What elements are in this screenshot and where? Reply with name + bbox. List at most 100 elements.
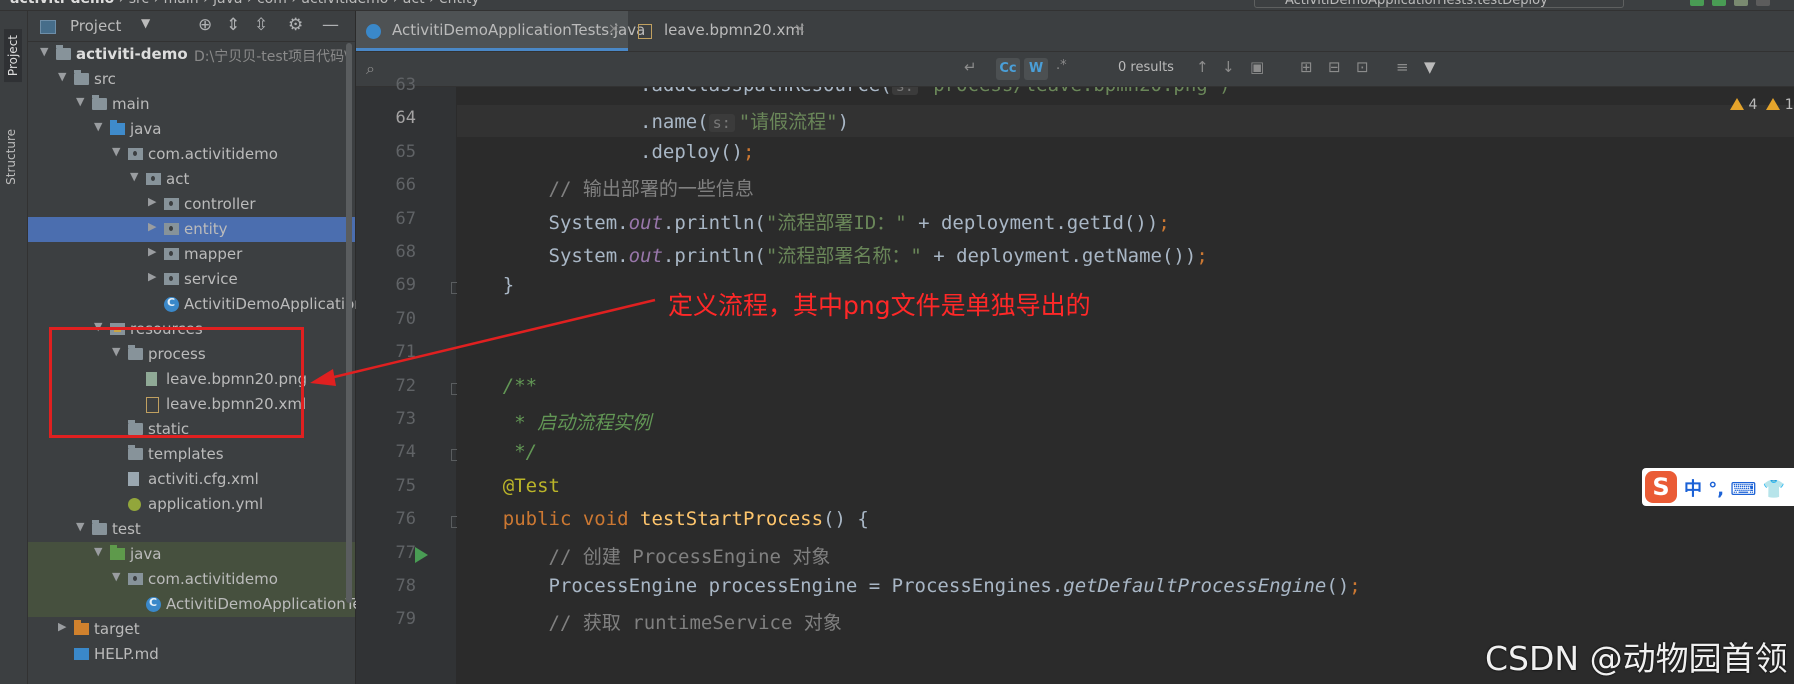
ime-status[interactable]: 中 °, ⌨ 👕 <box>1684 475 1785 501</box>
chevron-right-icon[interactable]: ▶ <box>148 195 156 208</box>
tree-item[interactable]: ▼ src <box>28 67 355 92</box>
tree-scrollbar[interactable] <box>346 43 352 603</box>
code-token: } <box>457 274 515 297</box>
tree-item[interactable]: ▼ com.activitidemo <box>28 567 355 592</box>
chevron-right-icon[interactable]: ▶ <box>148 245 156 258</box>
tree-item[interactable]: HELP.md <box>28 642 355 667</box>
tree-item[interactable]: ActivitiDemoApplicationTests <box>28 592 383 617</box>
next-occurrence-icon[interactable]: ↓ <box>1222 58 1235 76</box>
tree-item[interactable]: ▼ activiti-demo D:\宁贝贝-test项目代码\ <box>28 42 355 67</box>
code-token: */ <box>457 441 538 464</box>
chevron-down-icon[interactable]: ▼ <box>58 70 66 83</box>
breadcrumb-item[interactable]: act <box>403 0 425 7</box>
tree-item-label: act <box>166 170 190 188</box>
chevron-down-icon[interactable]: ▼ <box>112 570 120 583</box>
regex-toggle[interactable]: .* <box>1056 58 1067 73</box>
select-next-icon[interactable]: ⊡ <box>1356 58 1369 76</box>
tree-item[interactable]: ▶ controller <box>28 192 355 217</box>
structure-tool-tab[interactable]: Structure <box>4 129 18 185</box>
debug-icon[interactable] <box>1712 0 1726 6</box>
tree-item[interactable]: application.yml <box>28 492 355 517</box>
hide-panel-icon[interactable]: — <box>322 15 339 35</box>
chevron-down-icon[interactable]: ▼ <box>112 145 120 158</box>
profile-icon[interactable] <box>1756 0 1770 6</box>
warning-icon <box>1766 98 1781 110</box>
locate-file-icon[interactable]: ⊕ <box>198 15 212 35</box>
code-token: ; <box>1349 575 1361 597</box>
tree-item[interactable]: activiti.cfg.xml <box>28 467 355 492</box>
tree-item[interactable]: ▶ service <box>28 267 355 292</box>
tree-item[interactable]: ▼ com.activitidemo <box>28 142 355 167</box>
breadcrumb[interactable]: activiti-demo › src › main › java › com … <box>10 0 480 7</box>
project-view-selector[interactable]: Project <box>70 17 121 35</box>
breadcrumb-item[interactable]: com <box>257 0 287 7</box>
tree-item-label: target <box>94 620 140 638</box>
tab-leave-bpmn20-xml[interactable]: leave.bpmn20.xml × <box>628 11 808 51</box>
chevron-right-icon[interactable]: ▶ <box>148 270 156 283</box>
line-number: 77 <box>395 542 416 563</box>
tree-item[interactable]: ActivitiDemoApplication <box>28 292 364 317</box>
tree-item[interactable]: ▶ entity <box>28 217 355 242</box>
tree-item[interactable]: ▼ main <box>28 92 355 117</box>
chevron-down-icon[interactable]: ▼ <box>76 520 84 533</box>
breadcrumb-item[interactable]: main <box>164 0 199 7</box>
tree-item[interactable]: templates <box>28 442 355 467</box>
tree-item[interactable]: ▶ mapper <box>28 242 355 267</box>
run-test-icon[interactable] <box>415 547 428 563</box>
line-number: 79 <box>395 609 416 630</box>
chevron-down-icon[interactable]: ▼ <box>40 45 48 58</box>
tree-item[interactable]: ▶ target <box>28 617 355 642</box>
code-token: ) <box>837 111 850 134</box>
chevron-down-icon[interactable]: ▼ <box>76 95 84 108</box>
package-icon <box>164 198 179 210</box>
search-input[interactable] <box>392 56 952 82</box>
code-editor[interactable]: .addClasspathResource(s:"process/leave.b… <box>457 87 1794 684</box>
remove-selection-icon[interactable]: ⊟ <box>1328 58 1341 76</box>
line-number: 65 <box>395 141 416 162</box>
tree-item[interactable]: ▼ test <box>28 517 355 542</box>
new-line-icon[interactable]: ↵ <box>964 58 977 76</box>
breadcrumb-item[interactable]: activitidemo <box>301 0 388 7</box>
tree-item[interactable]: ▼ act <box>28 167 355 192</box>
chevron-down-icon[interactable]: ▼ <box>141 16 150 30</box>
gear-icon[interactable]: ⚙ <box>288 15 303 35</box>
match-case-toggle[interactable]: Cc <box>996 58 1020 80</box>
tree-item[interactable]: ▼ java <box>28 542 355 567</box>
add-selection-icon[interactable]: ⊞ <box>1300 58 1313 76</box>
words-toggle[interactable]: W <box>1024 58 1048 80</box>
select-all-occurrences-icon[interactable]: ▣ <box>1250 58 1264 76</box>
code-token: // 创建 ProcessEngine 对象 <box>457 545 831 568</box>
filter-icon[interactable]: ▼ <box>1424 58 1436 76</box>
code-token: () <box>1326 575 1350 597</box>
previous-occurrence-icon[interactable]: ↑ <box>1196 58 1209 76</box>
run-icon[interactable] <box>1690 0 1704 6</box>
xml-file-icon <box>128 472 139 486</box>
chevron-down-icon[interactable]: ▼ <box>94 545 102 558</box>
filter-options-icon[interactable]: ≡ <box>1396 58 1409 76</box>
close-icon[interactable]: × <box>608 21 620 37</box>
close-icon[interactable]: × <box>794 21 806 37</box>
ime-toolbar[interactable]: S 中 °, ⌨ 👕 <box>1642 468 1794 506</box>
tab-activitidemoapplicationtests-java[interactable]: ActivitiDemoApplicationTests.java × <box>356 11 645 51</box>
collapse-all-icon[interactable]: ⇳ <box>254 15 268 35</box>
coverage-icon[interactable] <box>1734 0 1748 6</box>
chevron-right-icon[interactable]: ▶ <box>58 620 66 633</box>
tree-item-label: service <box>184 270 238 288</box>
chevron-down-icon[interactable]: ▼ <box>94 120 102 133</box>
breadcrumb-item[interactable]: activiti-demo <box>10 0 114 7</box>
project-tool-tab[interactable]: Project <box>4 29 22 83</box>
module-folder-icon <box>56 45 71 60</box>
code-line: // 获取 runtimeService 对象 <box>457 608 842 635</box>
run-configuration-selector[interactable]: ActivitiDemoApplicationTests.testDeploy <box>1254 0 1624 8</box>
tree-item[interactable]: ▼ java <box>28 117 355 142</box>
code-token: .deploy() <box>457 140 743 163</box>
chevron-right-icon[interactable]: ▶ <box>148 220 156 233</box>
run-configuration-label: ActivitiDemoApplicationTests.testDeploy <box>1285 0 1548 8</box>
tree-item-label: HELP.md <box>94 645 159 663</box>
inspection-widget[interactable]: 4 1 <box>1730 97 1794 113</box>
chevron-down-icon[interactable]: ▼ <box>130 170 138 183</box>
breadcrumb-item[interactable]: java <box>213 0 242 7</box>
breadcrumb-item[interactable]: entity <box>439 0 480 7</box>
breadcrumb-item[interactable]: src <box>129 0 149 7</box>
expand-all-icon[interactable]: ⇕ <box>226 15 240 35</box>
